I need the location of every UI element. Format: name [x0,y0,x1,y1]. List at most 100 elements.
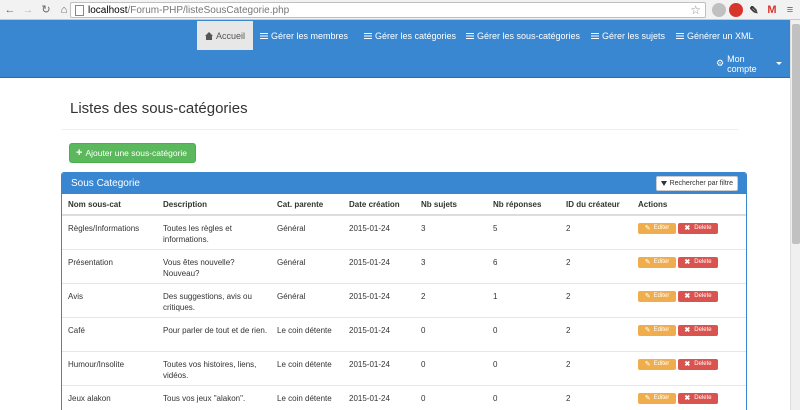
cell-topics: 0 [415,316,487,351]
table-row: Présentation Vous êtes nouvelle? Nouveau?… [62,248,746,283]
delete-label: Delete [694,292,712,299]
cell-date: 2015-01-24 [343,384,415,410]
row-actions: ✎ Editer ✖ Delete [638,290,746,302]
cell-parent: Le coin détente [271,350,343,385]
table-row: Humour/Insolite Toutes vos histoires, lie… [62,350,746,385]
main-navbar: Accueil Gérer les membres Gérer les caté… [0,20,790,78]
pencil-icon: ✎ [644,292,651,300]
edit-label: Editer [653,258,670,265]
pencil-icon: ✎ [644,360,651,368]
nav-label: Mon compte [727,53,757,74]
filter-icon [660,181,667,186]
cell-actions: ✎ Editer ✖ Delete [632,282,746,317]
edit-button[interactable]: ✎ Editer [638,290,676,302]
nav-gerer-sujets[interactable]: Gérer les sujets [583,21,673,50]
plus-icon: + [76,147,83,159]
delete-button[interactable]: ✖ Delete [678,392,718,404]
bookmark-star-icon[interactable]: ☆ [690,3,701,17]
menu-icon[interactable]: ≡ [783,3,797,17]
cell-date: 2015-01-24 [343,248,415,283]
delete-button[interactable]: ✖ Delete [678,290,718,302]
nav-generer-xml[interactable]: Générer un XML [668,21,762,50]
row-actions: ✎ Editer ✖ Delete [638,223,746,234]
cell-replies: 0 [487,350,560,385]
edit-label: Editer [653,292,670,299]
cell-actions: ✎ Editer ✖ Delete [632,384,746,410]
nav-label: Gérer les sujets [602,30,666,41]
edit-button[interactable]: ✎ Editer [638,392,676,404]
home-icon [205,31,213,40]
scrollbar-thumb[interactable] [792,24,800,244]
nav-label: Accueil [216,30,246,41]
cell-topics: 2 [415,282,487,317]
col-header: Actions [632,194,746,216]
cell-topics: 0 [415,350,487,385]
edit-button[interactable]: ✎ Editer [638,223,676,234]
cell-parent: Le coin détente [271,316,343,351]
edit-button[interactable]: ✎ Editer [638,358,676,370]
row-actions: ✎ Editer ✖ Delete [638,358,746,370]
cell-actions: ✎ Editer ✖ Delete [632,248,746,283]
edit-button[interactable]: ✎ Editer [638,324,676,336]
cell-topics: 0 [415,384,487,410]
table-row: Jeux alakon Tous vos jeux "alakon". Le coi… [62,384,746,410]
page-title: Listes des sous-catégories [70,100,248,117]
cell-actions: ✎ Editer ✖ Delete [632,350,746,385]
cell-desc: Vous êtes nouvelle? Nouveau? [157,248,271,283]
eyedropper-icon[interactable]: ✎ [747,3,761,17]
nav-accueil[interactable]: Accueil [197,21,254,50]
adblock-icon[interactable] [729,3,743,17]
delete-button[interactable]: ✖ Delete [678,324,718,336]
close-icon: ✖ [684,225,691,232]
gmail-icon[interactable]: M [765,3,779,17]
nav-label: Gérer les sous-catégories [477,30,581,41]
delete-label: Delete [694,225,712,231]
cell-parent: Général [271,214,343,249]
add-subcategory-button[interactable]: + Ajouter une sous-catégorie [69,143,196,163]
edit-button[interactable]: ✎ Editer [638,256,676,268]
close-icon: ✖ [684,258,691,266]
nav-gerer-sous-categories[interactable]: Gérer les sous-catégories [458,21,588,50]
table-row: Café Pour parler de tout et de rien. Le co… [62,316,746,351]
extension-icon[interactable] [712,3,726,17]
cell-topics: 3 [415,248,487,283]
col-header: Nb réponses [487,194,560,216]
edit-label: Editer [653,225,670,231]
cell-creator: 2 [560,282,632,317]
filter-button[interactable]: Rechercher par filtre [655,176,738,191]
edit-label: Editer [653,360,670,367]
list-icon [466,32,474,40]
title-divider [62,129,738,130]
cell-creator: 2 [560,350,632,385]
cell-name: Présentation [62,248,157,283]
close-icon: ✖ [684,292,691,300]
nav-gerer-categories[interactable]: Gérer les catégories [356,21,464,50]
list-icon [260,32,268,40]
close-icon: ✖ [684,326,691,334]
cell-date: 2015-01-24 [343,316,415,351]
back-icon[interactable]: ← [2,2,18,18]
delete-button[interactable]: ✖ Delete [678,256,718,268]
cell-desc: Toutes les règles et informations. [157,214,271,249]
cell-desc: Des suggestions, avis ou critiques. [157,282,271,317]
nav-gerer-membres[interactable]: Gérer les membres [252,21,356,50]
cell-topics: 3 [415,214,487,249]
col-header: Cat. parente [271,194,343,216]
delete-button[interactable]: ✖ Delete [678,358,718,370]
subcategory-table: Nom sous-cat Description Cat. parente Da… [62,194,746,410]
list-icon [591,32,599,40]
address-bar[interactable]: localhost /Forum-PHP/listeSousCategorie.… [70,2,706,18]
reload-icon[interactable]: ↻ [38,2,54,18]
forward-icon[interactable]: → [20,2,36,18]
col-header: Date création [343,194,415,216]
page-scrollbar[interactable] [790,20,800,410]
cell-name: Café [62,316,157,351]
cell-creator: 2 [560,248,632,283]
row-actions: ✎ Editer ✖ Delete [638,324,746,336]
close-icon: ✖ [684,394,691,402]
delete-button[interactable]: ✖ Delete [678,223,718,234]
cell-parent: Général [271,282,343,317]
nav-mon-compte[interactable]: ⚙ Mon compte [708,49,790,78]
url-host: localhost [88,4,128,16]
gear-icon: ⚙ [716,58,725,68]
